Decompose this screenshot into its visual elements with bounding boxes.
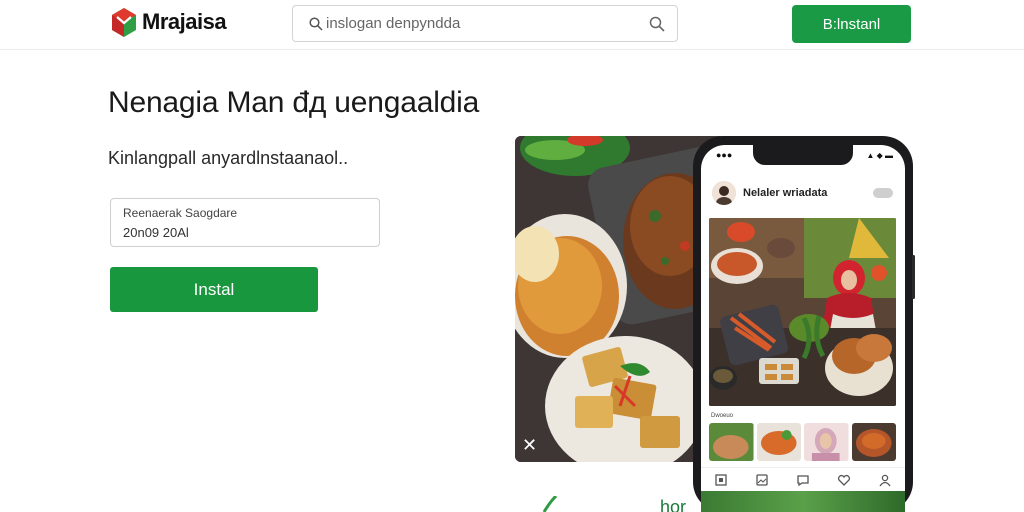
feed-photo[interactable] [709,218,896,406]
phone-notch [753,145,853,165]
brand-logo[interactable]: Mrajaisa [110,6,227,38]
search-bar[interactable] [292,5,678,42]
phone-screen: ●●● ▲ ◆ ▬ Nelaler wriadata Dwoeuo [701,145,905,512]
search-icon [309,17,323,31]
date-field-value[interactable]: 20n09 20Al [123,225,189,240]
status-signal-icon: ▲ ◆ ▬ [866,151,893,160]
menu-toggle-icon[interactable] [873,188,893,198]
bottom-tab-bar [701,467,905,491]
gallery-icon[interactable] [755,473,769,487]
avatar[interactable] [712,181,736,205]
install-button[interactable]: Instal [110,267,318,312]
hero-title: Nenagia Man đд uengaaldia [108,86,480,119]
app-profile-name: Nelaler wriadata [743,187,828,199]
phone-side-button [912,255,915,299]
date-field[interactable]: Reenaerak Saogdare 20n09 20Al [110,198,380,247]
thumbnail[interactable] [756,423,801,461]
leaf-icon [542,494,558,512]
phone-bottom-image [701,491,905,512]
thumbs-label: Dwoeuo [711,413,734,419]
thumbnail[interactable] [804,423,849,461]
header-install-button[interactable]: B:lnstanl [792,5,911,43]
top-header: Mrajaisa B:lnstanl [0,0,1024,50]
thumbnail-strip [709,423,896,463]
thumbnail[interactable] [709,423,754,461]
search-input[interactable] [326,7,626,40]
phone-mockup: ●●● ▲ ◆ ▬ Nelaler wriadata Dwoeuo [693,136,913,512]
heart-icon[interactable] [837,473,851,487]
bottom-heading-fragment: hor [660,497,687,512]
close-icon[interactable]: ✕ [522,436,538,454]
profile-icon[interactable] [878,473,892,487]
thumbnail[interactable] [851,423,896,461]
chat-icon[interactable] [796,473,810,487]
logo-icon [110,6,138,38]
date-field-label: Reenaerak Saogdare [123,206,238,220]
search-submit-icon[interactable] [649,16,665,32]
home-icon[interactable] [714,473,728,487]
status-time-icon: ●●● [716,150,733,160]
hero-subtitle: Kinlangpall anyardlnstaanaol.. [108,148,349,168]
brand-name: Mrajaisa [142,9,227,34]
